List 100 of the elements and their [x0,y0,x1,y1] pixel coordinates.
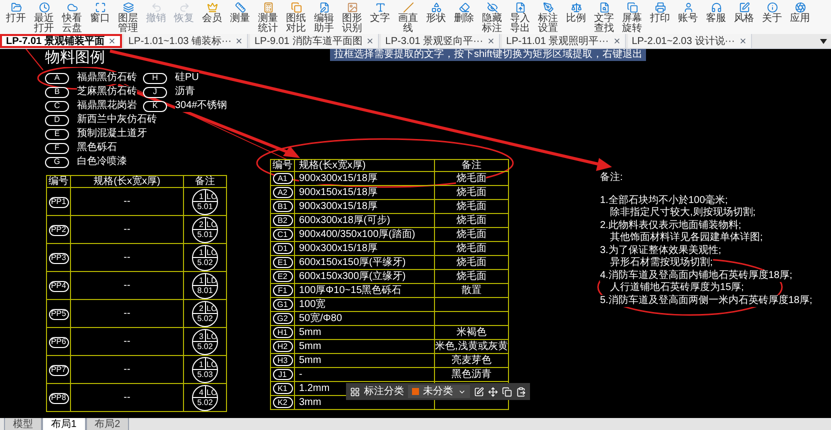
code-label: PP7 [48,364,68,376]
detail-number: 2 [193,218,206,228]
table-cell: 米色,浅黄或灰黄 [435,340,508,352]
toolbar-button[interactable]: 隐藏标注 [478,0,506,34]
toolbar-button[interactable]: 会员 [198,0,226,34]
table-cell: 5mm [299,326,322,338]
table-cell: 烧毛面 [456,172,486,184]
tab-label: LP-11.01 景观照明平··· [506,34,609,48]
table-cell: 米褐色 [456,326,486,338]
sheet-number: 8.01 [196,286,214,294]
material-name: 芝麻黑仿石砖 [77,86,137,98]
tab-label: LP-1.01~1.03 铺装标··· [128,34,232,48]
code-label: H2 [272,341,292,352]
toolbar-button[interactable]: 图层管理 [114,0,142,34]
toolbar-button[interactable]: 导入导出 [506,0,534,34]
code-label: H3 [272,355,292,366]
column-header: 编号 [48,176,68,186]
code-label: A2 [272,187,292,198]
tab-label: LP-3.01 景观竖向平··· [385,34,484,48]
sheet-number: 5.02 [196,258,214,266]
table-cell: 100厚Φ10~15黑色砾石 [299,284,402,296]
code-label: G2 [272,313,292,324]
toolbar-button[interactable]: 形状 [422,0,450,34]
material-name: 白色冷喷漆 [77,156,127,168]
toolbar-button[interactable]: 屏幕旋转 [618,0,646,34]
code-label: D1 [272,243,292,254]
sheet-number: 5.01 [196,202,214,210]
toolbar-button[interactable]: 比例 [562,0,590,34]
table-cell: 100宽 [299,298,326,310]
code-label: B2 [272,215,292,226]
table-cell: 600x150x150厚(平缘牙) [299,256,406,268]
code-label: E2 [272,271,292,282]
code-label: E [45,128,69,140]
table-cell: 600x300x18厚(可步) [299,214,390,226]
code-label: C [45,100,69,112]
code-label: F [45,142,69,154]
document-tab[interactable]: LP-7.01 景观铺装平面 [0,34,122,48]
code-label: J [143,86,167,98]
code-label: PP5 [48,308,68,320]
table-cell: 900x150x15/18厚 [299,186,378,198]
table-cell: 烧毛面 [456,186,486,198]
sheet-number: 5.02 [196,398,214,406]
column-header: 规格(长x宽x厚) [94,176,160,186]
toolbar-button[interactable]: 标注设置 [534,0,562,34]
code-label: PP6 [48,336,68,348]
layout-tab[interactable]: 布局1 [42,418,86,430]
detail-number: 4 [193,386,206,396]
toolbar-button[interactable]: 风格 [730,0,758,34]
toolbar-button[interactable]: 测量 [226,0,254,34]
toolbar-button[interactable]: 删除 [450,0,478,34]
toolbar-button[interactable]: 测量统计 [254,0,282,34]
toolbar-button[interactable]: 画直线 [394,0,422,34]
table-cell: 烧毛面 [456,270,486,282]
sheet-number: 5.01 [196,230,214,238]
table-cell: 5mm [299,340,322,352]
toolbar-button[interactable]: 账号 [674,0,702,34]
toolbar-button[interactable]: 窗口 [86,0,114,34]
layout-tab[interactable]: 模型 [4,418,42,430]
sheet-number: 5.03 [196,370,214,378]
toolbar-button[interactable]: 图形识别 [338,0,366,34]
toolbar-button[interactable]: 文字 [366,0,394,34]
code-label: B1 [272,201,292,212]
table-cell: 900x300x15/18厚 [299,200,378,212]
detail-number: 1 [193,246,206,256]
code-label: PP8 [48,392,68,404]
toolbar-button[interactable]: 最近打开 [30,0,58,34]
table-cell: 黑色沥青 [451,368,492,380]
table-cell: 1.2mm [299,382,330,394]
toolbar-button[interactable]: 打开 [2,0,30,34]
code-label: PP1 [48,196,68,208]
table-cell: 600x150x300厚(立缘牙) [299,270,406,282]
code-label: G [45,156,69,168]
code-label: D [45,114,69,126]
document-tab[interactable]: LP-3.01 景观竖向平··· [381,34,500,48]
toolbar-button[interactable]: 关于 [758,0,786,34]
document-tab[interactable]: LP-9.01 消防车道平面图 [250,34,380,48]
table-cell: 900x400/350x100厚(踏面) [299,228,416,240]
toolbar-button[interactable]: 编辑助手 [310,0,338,34]
layout-tab[interactable]: 布局2 [86,418,130,430]
code-label: A [45,72,69,84]
toolbar-button[interactable]: 文字查找 [590,0,618,34]
toolbar-button[interactable]: 打印 [646,0,674,34]
toolbar-button[interactable]: 快看云盘 [58,0,86,34]
table-cell: 烧毛面 [456,242,486,254]
code-label: PP2 [48,224,68,236]
document-tab[interactable]: LP-2.01~2.03 设计说··· [628,34,752,48]
table-cell: 烧毛面 [456,200,486,212]
material-name: 预制混凝土道牙 [77,128,147,140]
material-name: 沥青 [175,86,195,98]
document-tab[interactable]: LP-1.01~1.03 铺装标··· [124,34,248,48]
detail-number: 1 [193,274,206,284]
material-name: 福鼎黑仿石砖 [77,72,137,84]
code-label: K1 [272,383,292,394]
table-cell: 烧毛面 [456,228,486,240]
toolbar-button[interactable]: 图纸对比 [282,0,310,34]
category-dropdown[interactable]: 未分类 [408,385,470,398]
tab-label: LP-9.01 消防车道平面图 [254,34,362,48]
toolbar-button[interactable]: 应用 [786,0,814,34]
toolbar-button[interactable]: 客服 [702,0,730,34]
document-tab[interactable]: LP-11.01 景观照明平··· [502,34,626,48]
